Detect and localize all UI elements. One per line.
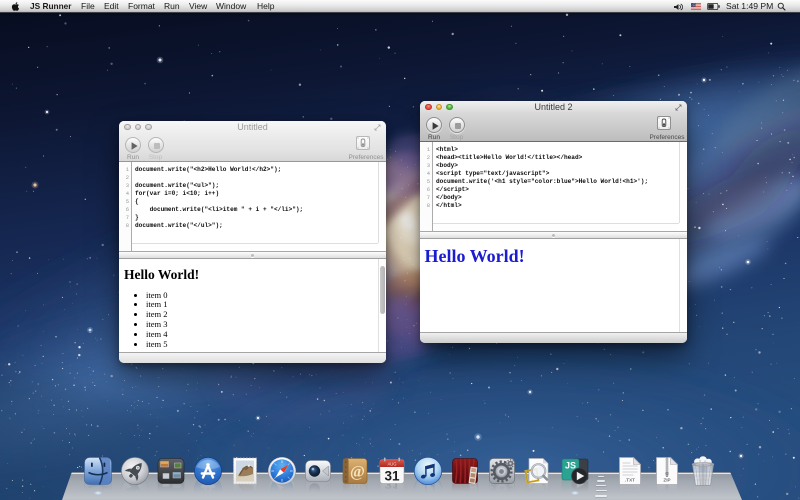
svg-text:JS: JS [565,460,576,470]
svg-text:@: @ [350,463,365,480]
svg-text:ZIP: ZIP [663,477,670,482]
svg-text:31: 31 [384,468,400,483]
svg-text:.TXT: .TXT [625,477,635,482]
svg-text:AUG: AUG [387,461,396,466]
